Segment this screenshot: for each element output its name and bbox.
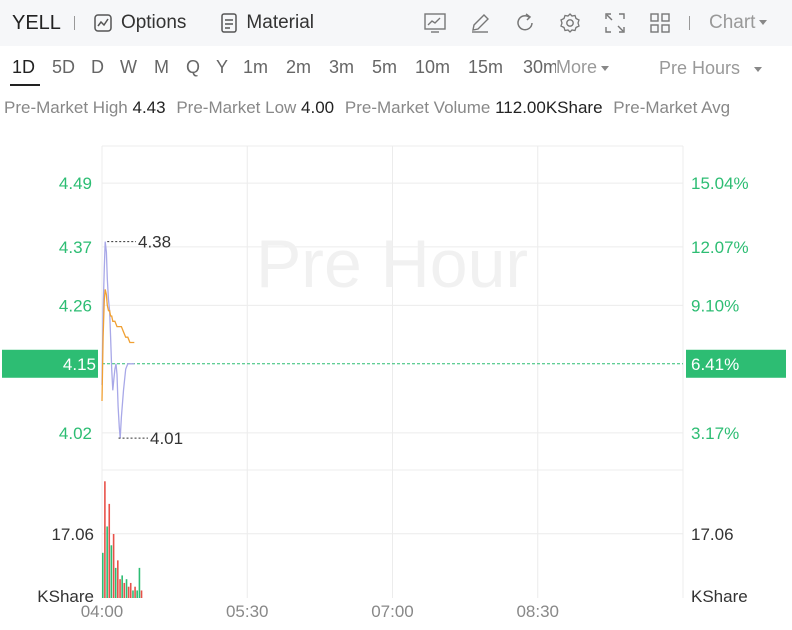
price-tick-label: 4.49 [59, 174, 92, 193]
period-tab-5d[interactable]: 5D [52, 57, 75, 78]
session-label: Pre Hours [659, 58, 741, 78]
percent-tick-label: 12.07% [691, 238, 749, 257]
premarket-low-label: Pre-Market Low [176, 98, 297, 117]
percent-tick-label: 9.10% [691, 296, 739, 315]
volume-bar [112, 534, 115, 598]
volume-bar [106, 526, 108, 598]
material-label: Material [246, 12, 314, 33]
material-button[interactable]: Material [220, 12, 314, 34]
volume-bar [108, 503, 111, 598]
premarket-low-value: 4.00 [301, 98, 335, 117]
fullscreen-icon[interactable] [603, 11, 627, 35]
time-tick-label: 08:30 [516, 602, 559, 621]
document-icon [220, 13, 238, 33]
volume-bar [127, 586, 130, 598]
volume-bar [140, 590, 143, 598]
percent-tick-label: 3.17% [691, 424, 739, 443]
chevron-down-icon [754, 66, 763, 72]
chevron-down-icon [759, 20, 768, 26]
grid-icon[interactable] [648, 11, 672, 35]
current-price-label: 4.15 [63, 355, 96, 374]
percent-tick-label: 15.04% [691, 174, 749, 193]
ticker-symbol: YELL [12, 11, 61, 34]
volume-tick-label-right: 17.06 [691, 525, 734, 544]
time-tick-label: 05:30 [226, 602, 269, 621]
volume-bar [134, 586, 136, 598]
period-tab-15m[interactable]: 15m [468, 57, 503, 78]
period-tab-1d[interactable]: 1D [12, 57, 35, 78]
period-tab-10m[interactable]: 10m [415, 57, 450, 78]
chart-type-dropdown[interactable]: Chart [709, 12, 768, 34]
premarket-volume-label: Pre-Market Volume [344, 98, 491, 117]
period-tab-1m[interactable]: 1m [243, 57, 268, 78]
period-tab-y[interactable]: Y [216, 57, 228, 78]
more-label: More [556, 57, 598, 77]
period-tab-m[interactable]: M [154, 57, 169, 78]
refresh-icon[interactable] [513, 11, 537, 35]
premarket-volume-value: 112.00KShare [495, 98, 603, 117]
watermark-text: Pre Hour [256, 226, 528, 302]
price-tick-label: 4.37 [59, 238, 92, 257]
premarket-high-value: 4.43 [132, 98, 166, 117]
volume-tick-label-left: 17.06 [51, 525, 94, 544]
high-annotation-label: 4.38 [138, 233, 171, 252]
toolbar-icons [423, 11, 693, 35]
low-annotation-label: 4.01 [150, 429, 183, 448]
options-label: Options [120, 12, 187, 33]
premarket-high-label: Pre-Market High [4, 98, 128, 117]
gear-icon[interactable] [558, 11, 582, 35]
options-chart-icon [93, 13, 113, 33]
volume-bar [121, 575, 123, 598]
volume-bar [136, 590, 138, 598]
volume-bar [102, 552, 104, 598]
premarket-stats-bar: Pre-Market High 4.43 Pre-Market Low 4.00… [0, 96, 792, 122]
current-percent-label: 6.41% [691, 355, 739, 374]
chevron-down-icon [601, 65, 610, 71]
volume-bar [117, 560, 119, 598]
period-selector: 1D 5D D W M Q Y 1m 2m 3m 5m 10m 15m 30m … [0, 50, 792, 86]
pencil-icon[interactable] [468, 11, 492, 35]
session-dropdown[interactable]: Pre Hours [659, 58, 763, 79]
volume-bar [132, 590, 134, 598]
volume-unit-label-right: KShare [691, 587, 748, 606]
time-tick-label: 04:00 [81, 602, 124, 621]
top-toolbar: YELL Options Material Chart [0, 0, 792, 46]
volume-bar [123, 582, 126, 598]
price-tick-label: 4.02 [59, 424, 92, 443]
price-tick-label: 4.26 [59, 296, 92, 315]
intraday-chart[interactable]: Pre Hour 4.49 15.04% 4.37 12.07% 4.26 9.10% 4.0… [0, 124, 792, 630]
period-tab-30m[interactable]: 30m [523, 57, 556, 78]
period-tab-q[interactable]: Q [186, 57, 200, 78]
period-tab-3m[interactable]: 3m [329, 57, 354, 78]
active-period-underline [10, 84, 40, 86]
options-button[interactable]: Options [93, 12, 186, 34]
toolbar-divider-right [689, 16, 690, 30]
volume-bar [119, 579, 121, 598]
volume-bar [138, 567, 141, 598]
more-periods-dropdown[interactable]: More [556, 57, 610, 78]
volume-bar [125, 579, 128, 598]
period-tab-w[interactable]: W [120, 57, 137, 78]
average-price-line [101, 289, 135, 402]
premarket-avg-label: Pre-Market Avg [613, 98, 731, 117]
period-tab-2m[interactable]: 2m [286, 57, 311, 78]
chart-icon[interactable] [423, 11, 447, 35]
volume-bar [104, 481, 106, 598]
period-tab-5m[interactable]: 5m [372, 57, 397, 78]
time-tick-label: 07:00 [371, 602, 414, 621]
chart-dropdown-label: Chart [709, 12, 756, 33]
volume-bar [110, 545, 113, 598]
toolbar-divider [73, 16, 75, 30]
volume-bar [129, 582, 132, 598]
volume-bar [114, 567, 117, 598]
period-tab-d[interactable]: D [91, 57, 104, 78]
